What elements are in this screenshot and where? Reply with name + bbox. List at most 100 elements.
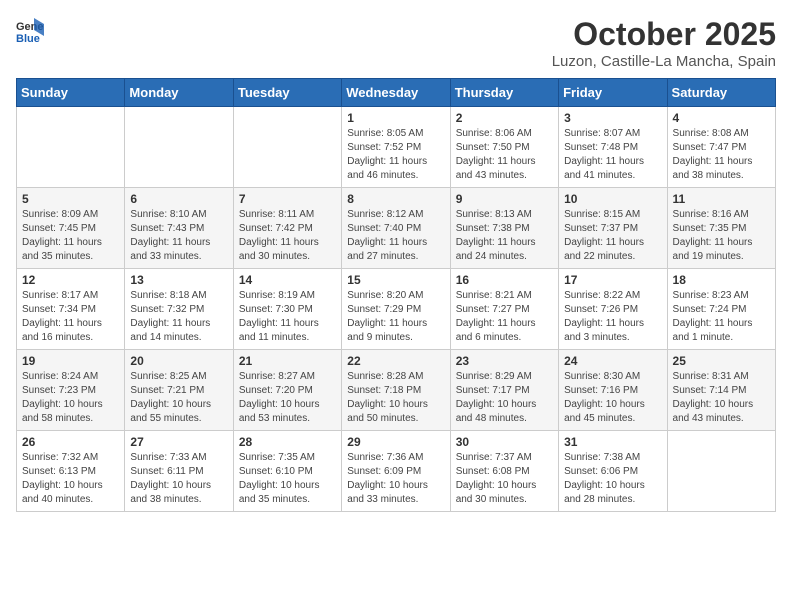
day-number: 17 bbox=[564, 273, 661, 287]
calendar-cell: 26 Sunrise: 7:32 AM Sunset: 6:13 PM Dayli… bbox=[17, 431, 125, 512]
day-info: Sunrise: 8:17 AM Sunset: 7:34 PM Dayligh… bbox=[22, 289, 119, 345]
calendar-cell: 28 Sunrise: 7:35 AM Sunset: 6:10 PM Dayli… bbox=[233, 431, 341, 512]
page-header: General Blue October 2025 Luzon, Castill… bbox=[16, 16, 776, 70]
day-info: Sunrise: 8:05 AM Sunset: 7:52 PM Dayligh… bbox=[347, 127, 444, 183]
day-info: Sunrise: 8:28 AM Sunset: 7:18 PM Dayligh… bbox=[347, 370, 444, 426]
day-number: 31 bbox=[564, 435, 661, 449]
calendar-cell: 7 Sunrise: 8:11 AM Sunset: 7:42 PM Daylig… bbox=[233, 188, 341, 269]
day-info: Sunrise: 8:24 AM Sunset: 7:23 PM Dayligh… bbox=[22, 370, 119, 426]
calendar-cell: 30Sunrise: 7:37 AM Sunset: 6:08 PM Dayli… bbox=[450, 431, 558, 512]
day-number: 26 bbox=[22, 435, 119, 449]
calendar-cell: 31 Sunrise: 7:38 AM Sunset: 6:06 PM Dayli… bbox=[559, 431, 667, 512]
day-info: Sunrise: 8:27 AM Sunset: 7:20 PM Dayligh… bbox=[239, 370, 336, 426]
weekday-header-row: SundayMondayTuesdayWednesdayThursdayFrid… bbox=[17, 79, 776, 107]
day-number: 18 bbox=[673, 273, 770, 287]
calendar-cell: 14 Sunrise: 8:19 AM Sunset: 7:30 PM Dayli… bbox=[233, 269, 341, 350]
day-number: 14 bbox=[239, 273, 336, 287]
day-info: Sunrise: 8:15 AM Sunset: 7:37 PM Dayligh… bbox=[564, 208, 661, 264]
day-info: Sunrise: 7:38 AM Sunset: 6:06 PM Dayligh… bbox=[564, 451, 661, 507]
calendar-cell: 23 Sunrise: 8:29 AM Sunset: 7:17 PM Dayli… bbox=[450, 350, 558, 431]
calendar-cell: 19 Sunrise: 8:24 AM Sunset: 7:23 PM Dayli… bbox=[17, 350, 125, 431]
day-number: 4 bbox=[673, 111, 770, 125]
day-info: Sunrise: 8:19 AM Sunset: 7:30 PM Dayligh… bbox=[239, 289, 336, 345]
calendar-cell: 12 Sunrise: 8:17 AM Sunset: 7:34 PM Dayli… bbox=[17, 269, 125, 350]
month-title: October 2025 bbox=[552, 16, 776, 53]
day-info: Sunrise: 8:11 AM Sunset: 7:42 PM Dayligh… bbox=[239, 208, 336, 264]
day-number: 7 bbox=[239, 192, 336, 206]
svg-text:Blue: Blue bbox=[16, 33, 40, 44]
calendar-cell: 22 Sunrise: 8:28 AM Sunset: 7:18 PM Dayli… bbox=[342, 350, 450, 431]
calendar-week-row: 19 Sunrise: 8:24 AM Sunset: 7:23 PM Dayli… bbox=[17, 350, 776, 431]
day-number: 15 bbox=[347, 273, 444, 287]
calendar-cell: 6 Sunrise: 8:10 AM Sunset: 7:43 PM Daylig… bbox=[125, 188, 233, 269]
day-number: 28 bbox=[239, 435, 336, 449]
calendar-cell: 13 Sunrise: 8:18 AM Sunset: 7:32 PM Dayli… bbox=[125, 269, 233, 350]
day-number: 13 bbox=[130, 273, 227, 287]
calendar-cell: 18 Sunrise: 8:23 AM Sunset: 7:24 PM Dayli… bbox=[667, 269, 775, 350]
logo-icon: General Blue bbox=[16, 16, 44, 44]
day-info: Sunrise: 8:20 AM Sunset: 7:29 PM Dayligh… bbox=[347, 289, 444, 345]
calendar-cell bbox=[233, 107, 341, 188]
calendar-week-row: 12 Sunrise: 8:17 AM Sunset: 7:34 PM Dayli… bbox=[17, 269, 776, 350]
calendar-cell: 5 Sunrise: 8:09 AM Sunset: 7:45 PM Daylig… bbox=[17, 188, 125, 269]
day-number: 11 bbox=[673, 192, 770, 206]
location-subtitle: Luzon, Castille-La Mancha, Spain bbox=[552, 53, 776, 70]
day-number: 22 bbox=[347, 354, 444, 368]
weekday-header: Sunday bbox=[17, 79, 125, 107]
day-number: 16 bbox=[456, 273, 553, 287]
day-info: Sunrise: 8:31 AM Sunset: 7:14 PM Dayligh… bbox=[673, 370, 770, 426]
calendar-cell: 1 Sunrise: 8:05 AM Sunset: 7:52 PM Daylig… bbox=[342, 107, 450, 188]
day-info: Sunrise: 8:22 AM Sunset: 7:26 PM Dayligh… bbox=[564, 289, 661, 345]
day-info: Sunrise: 8:16 AM Sunset: 7:35 PM Dayligh… bbox=[673, 208, 770, 264]
calendar-cell: 2Sunrise: 8:06 AM Sunset: 7:50 PM Daylig… bbox=[450, 107, 558, 188]
day-info: Sunrise: 8:25 AM Sunset: 7:21 PM Dayligh… bbox=[130, 370, 227, 426]
day-info: Sunrise: 8:08 AM Sunset: 7:47 PM Dayligh… bbox=[673, 127, 770, 183]
day-info: Sunrise: 8:18 AM Sunset: 7:32 PM Dayligh… bbox=[130, 289, 227, 345]
day-info: Sunrise: 7:33 AM Sunset: 6:11 PM Dayligh… bbox=[130, 451, 227, 507]
calendar-cell bbox=[125, 107, 233, 188]
day-number: 21 bbox=[239, 354, 336, 368]
calendar-cell: 20 Sunrise: 8:25 AM Sunset: 7:21 PM Dayli… bbox=[125, 350, 233, 431]
calendar-table: SundayMondayTuesdayWednesdayThursdayFrid… bbox=[16, 78, 776, 512]
day-number: 24 bbox=[564, 354, 661, 368]
title-block: October 2025 Luzon, Castille-La Mancha, … bbox=[552, 16, 776, 70]
weekday-header: Monday bbox=[125, 79, 233, 107]
day-number: 6 bbox=[130, 192, 227, 206]
weekday-header: Wednesday bbox=[342, 79, 450, 107]
calendar-cell: 4 Sunrise: 8:08 AM Sunset: 7:47 PM Daylig… bbox=[667, 107, 775, 188]
calendar-cell: 15 Sunrise: 8:20 AM Sunset: 7:29 PM Dayli… bbox=[342, 269, 450, 350]
calendar-cell: 16 Sunrise: 8:21 AM Sunset: 7:27 PM Dayli… bbox=[450, 269, 558, 350]
day-info: Sunrise: 8:07 AM Sunset: 7:48 PM Dayligh… bbox=[564, 127, 661, 183]
calendar-cell: 27Sunrise: 7:33 AM Sunset: 6:11 PM Dayli… bbox=[125, 431, 233, 512]
day-info: Sunrise: 8:29 AM Sunset: 7:17 PM Dayligh… bbox=[456, 370, 553, 426]
calendar-cell: 11 Sunrise: 8:16 AM Sunset: 7:35 PM Dayli… bbox=[667, 188, 775, 269]
day-number: 23 bbox=[456, 354, 553, 368]
day-info: Sunrise: 7:35 AM Sunset: 6:10 PM Dayligh… bbox=[239, 451, 336, 507]
day-info: Sunrise: 8:12 AM Sunset: 7:40 PM Dayligh… bbox=[347, 208, 444, 264]
day-number: 3 bbox=[564, 111, 661, 125]
calendar-week-row: 26 Sunrise: 7:32 AM Sunset: 6:13 PM Dayli… bbox=[17, 431, 776, 512]
day-info: Sunrise: 8:13 AM Sunset: 7:38 PM Dayligh… bbox=[456, 208, 553, 264]
calendar-cell: 3 Sunrise: 8:07 AM Sunset: 7:48 PM Daylig… bbox=[559, 107, 667, 188]
day-number: 19 bbox=[22, 354, 119, 368]
day-info: Sunrise: 8:30 AM Sunset: 7:16 PM Dayligh… bbox=[564, 370, 661, 426]
day-info: Sunrise: 8:09 AM Sunset: 7:45 PM Dayligh… bbox=[22, 208, 119, 264]
day-info: Sunrise: 7:32 AM Sunset: 6:13 PM Dayligh… bbox=[22, 451, 119, 507]
day-number: 5 bbox=[22, 192, 119, 206]
calendar-cell: 10Sunrise: 8:15 AM Sunset: 7:37 PM Dayli… bbox=[559, 188, 667, 269]
day-info: Sunrise: 8:10 AM Sunset: 7:43 PM Dayligh… bbox=[130, 208, 227, 264]
calendar-cell: 24 Sunrise: 8:30 AM Sunset: 7:16 PM Dayli… bbox=[559, 350, 667, 431]
day-number: 29 bbox=[347, 435, 444, 449]
calendar-cell bbox=[667, 431, 775, 512]
day-info: Sunrise: 8:21 AM Sunset: 7:27 PM Dayligh… bbox=[456, 289, 553, 345]
day-number: 20 bbox=[130, 354, 227, 368]
calendar-cell: 8 Sunrise: 8:12 AM Sunset: 7:40 PM Daylig… bbox=[342, 188, 450, 269]
day-info: Sunrise: 8:06 AM Sunset: 7:50 PM Dayligh… bbox=[456, 127, 553, 183]
day-info: Sunrise: 8:23 AM Sunset: 7:24 PM Dayligh… bbox=[673, 289, 770, 345]
day-number: 1 bbox=[347, 111, 444, 125]
day-number: 30 bbox=[456, 435, 553, 449]
day-number: 8 bbox=[347, 192, 444, 206]
day-number: 12 bbox=[22, 273, 119, 287]
weekday-header: Tuesday bbox=[233, 79, 341, 107]
calendar-week-row: 5 Sunrise: 8:09 AM Sunset: 7:45 PM Daylig… bbox=[17, 188, 776, 269]
